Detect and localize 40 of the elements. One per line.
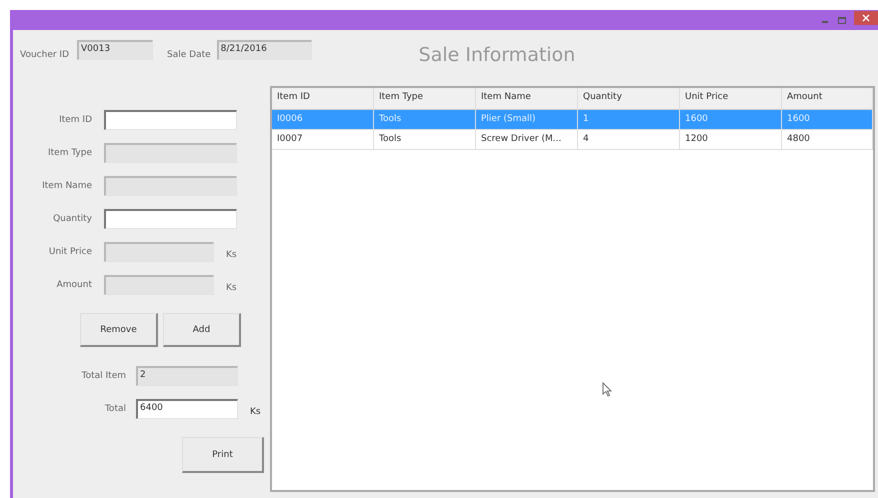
table-cell: 1600 [680,110,782,130]
field-label: Total Item [80,370,126,380]
unit-label: Ks [226,250,237,260]
maximize-icon[interactable] [838,16,846,24]
table-cell: 1600 [782,110,873,130]
close-icon [862,14,870,22]
add-button[interactable]: Add [163,313,241,347]
field-label: Total [104,404,126,414]
field-label: Voucher ID [20,50,70,60]
table-cell: 1200 [680,130,782,150]
field-label: Sale Date [167,50,211,60]
field-label: Quantity [52,214,92,224]
table-cell: 4800 [782,130,873,150]
minimize-icon[interactable] [822,21,828,23]
table-cell: Tools [374,110,476,130]
input-field[interactable]: V0013 [77,40,154,60]
unit-label: Ks [226,282,237,292]
mouse-pointer-icon [602,382,612,397]
input-field[interactable]: 8/21/2016 [216,40,312,60]
remove-button[interactable]: Remove [80,313,158,347]
field-label: Item ID [58,114,92,124]
table-cell: 4 [578,130,680,150]
input-field[interactable] [104,110,237,130]
table-cell: Tools [374,130,476,150]
table-cell: I0007 [272,130,374,150]
table-cell: Screw Driver (M... [476,130,578,150]
print-button[interactable]: Print [182,437,264,473]
unit-label: Ks [250,406,261,416]
field-label: Item Type [46,148,92,158]
field-label: Item Name [41,180,92,190]
field-label: Amount [56,280,92,290]
table-row[interactable]: I0007 Tools Screw Driver (M... 4 1200 4800 [272,130,873,150]
form-title: Sale Information [418,44,576,66]
table-cell: I0006 [272,110,374,130]
field-label: Unit Price [48,246,92,256]
input-field[interactable]: 6400 [136,398,238,418]
input-field[interactable] [104,208,237,228]
table-cell: Plier (Small) [476,110,578,130]
table-cell: 1 [578,110,680,130]
close-button[interactable] [854,10,878,24]
